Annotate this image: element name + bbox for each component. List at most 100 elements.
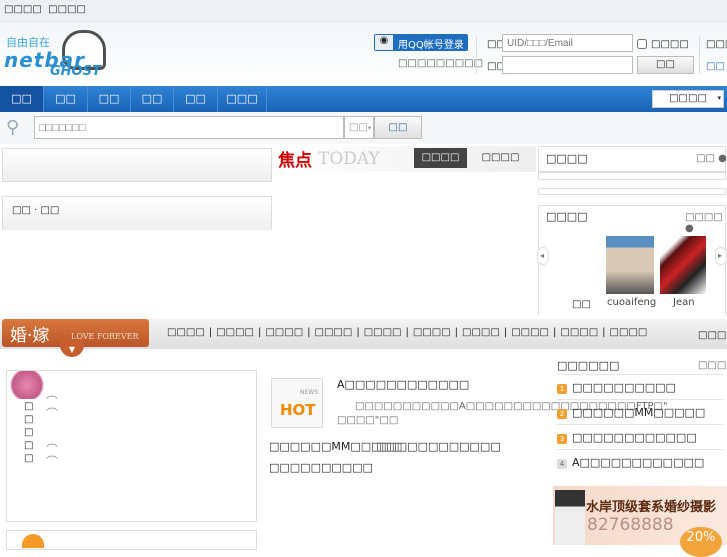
carousel-next-icon[interactable]: ▸ [715,247,727,265]
ranking-item[interactable]: 4 A□□□□□□□□□□□□ [557,456,704,469]
remember-checkbox[interactable] [637,39,647,49]
hot-headline[interactable]: A□□□□□□□□□□□□ [337,378,469,391]
wedding-title: 婚·嫁 [10,326,50,346]
wedding-link[interactable]: □□□□ [364,327,402,338]
top-link[interactable]: □□□□ [4,4,42,15]
wedding-links: □□□□ | □□□□ | □□□□ | □□□□ | □□□□ | □□□□ | □□□□ | □□□□ |… [167,327,648,338]
search-button[interactable]: □□ [374,116,422,139]
right-panel-1-body [538,172,726,180]
focus-sub: TODAY [318,149,380,169]
nav-item[interactable]: □□ [174,86,218,112]
password-input[interactable] [502,56,633,74]
register-link[interactable]: □□□□ [706,39,727,50]
nav-select-value: □□□□ [669,93,707,104]
wedding-link[interactable]: □□□□ [413,327,451,338]
rank-3-icon: 3 [557,434,567,444]
hot-badge: HOT [280,401,316,419]
user-name[interactable]: □□ [572,299,591,310]
user-name[interactable]: Jean [673,297,695,308]
ranking-item[interactable]: 3 □□□□□□□□□□□□ [557,431,697,444]
couple-image [555,490,585,545]
focus-title: 焦点 [278,151,312,171]
vertical-text: □ □ □ □ □ [24,400,33,465]
ranking-item[interactable]: 2 □□□□□□MM□□□□□ [557,406,705,419]
rank-1-icon: 1 [557,384,567,394]
divider [699,36,700,74]
qq-subtext: □□□□□□□□□ [398,58,484,69]
wedding-link[interactable]: □□□□ [167,327,205,338]
user-avatar[interactable] [660,236,706,294]
char: □ [24,440,34,451]
wedding-link[interactable]: □□□□ [216,327,254,338]
tab-focus-2[interactable]: □□□□ [474,148,527,168]
user-name[interactable]: cuoaifeng [607,297,656,308]
more-label: □□ [696,153,715,164]
right-strip [538,188,726,195]
char: □ [24,414,34,425]
chevron-down-icon: ▾ [367,124,372,132]
ring-hook-icon: ⌒ ⌒ ⌒ ⌒ [46,395,59,469]
rank-4-icon: 4 [557,459,567,469]
wedding-more-link[interactable]: □□□□ [698,330,727,341]
divider [557,374,723,375]
news-label: NEWS [300,389,319,396]
tab-focus-1[interactable]: □□□□ [414,148,467,168]
flower-decoration [7,371,47,399]
char: □ [24,453,34,464]
more-label: □□□□ [685,212,723,223]
panel-title: □□□□ [546,152,588,165]
top-link[interactable]: □□□□ [48,4,86,15]
main-nav: □□ □□ □□ □□ □□ □□□ [0,86,727,112]
logo-text-2: GHOST [50,64,101,79]
divider [557,399,723,400]
nav-item[interactable]: □□□ [218,86,267,112]
hot-link[interactable]: □□□□□□□□□□ [269,461,373,474]
search-input[interactable] [34,116,344,139]
char: □ [24,427,34,438]
more-link[interactable]: □□□□ ● [685,212,727,234]
hot-news-icon: HOT [271,378,323,428]
hot-summary: □□□□□□□□□□□A□□□□□□□□□□□□□□□□□□FTP□" □□□□… [337,401,668,426]
wedding-link[interactable]: □□□□ [610,327,648,338]
wedding-link[interactable]: □□□□ [560,327,598,338]
nav-item[interactable]: □□ [131,86,174,112]
hot-link[interactable]: □□□□□□□□□□□□ [376,440,501,453]
ranking-label: □□□□□□MM□□□□□ [572,406,706,419]
search-type-value: □□ [349,122,368,133]
ranking-more[interactable]: □□□□ [698,360,727,371]
left-top-box [2,148,272,182]
wedding-link[interactable]: □□□□ [315,327,353,338]
char: □ [24,401,34,412]
ad-discount-badge: 20% [680,527,722,557]
ranking-title: □□□□□□ [557,359,620,372]
penguin-icon: ◉ [375,35,393,50]
wedding-link[interactable]: □□□□ [511,327,549,338]
nav-item[interactable]: □□ [88,86,131,112]
header [0,22,727,86]
login-button[interactable]: □□ [637,56,694,74]
panel-title: □□□□ [546,210,588,223]
carousel-prev-icon[interactable]: ◂ [537,247,549,265]
wedding-link[interactable]: □□□□ [462,327,500,338]
ranking-item[interactable]: 1 □□□□□□□□□□ [557,381,676,394]
chevron-down-icon[interactable]: ▼ [60,339,84,357]
user-avatar[interactable] [606,236,654,294]
chevron-down-icon: ▾ [717,94,721,102]
ranking-label: A□□□□□□□□□□□□ [572,456,705,469]
username-input[interactable] [502,34,633,52]
nav-select[interactable]: □□□□ ▾ [652,90,724,108]
ad-phone: 82768888 [587,515,674,535]
top-bar: □□□□ □□□□ [0,0,727,22]
more-link[interactable]: □□ ● [696,153,727,164]
ranking-label: □□□□□□□□□□ [572,381,676,394]
wedding-link[interactable]: □□□□ [265,327,303,338]
ad-title: 水岸顶级套系婚纱摄影 [586,500,717,515]
help-link[interactable]: □□ [706,61,725,72]
nav-item[interactable]: □□ [44,86,88,112]
remember-label: □□□□ [651,39,689,50]
nav-item[interactable]: □□ [0,86,44,112]
ranking-label: □□□□□□□□□□□□ [572,431,697,444]
search-type-select[interactable]: □□▾ [344,116,374,139]
plus-circle-icon: ● [718,153,727,164]
divider [557,424,723,425]
